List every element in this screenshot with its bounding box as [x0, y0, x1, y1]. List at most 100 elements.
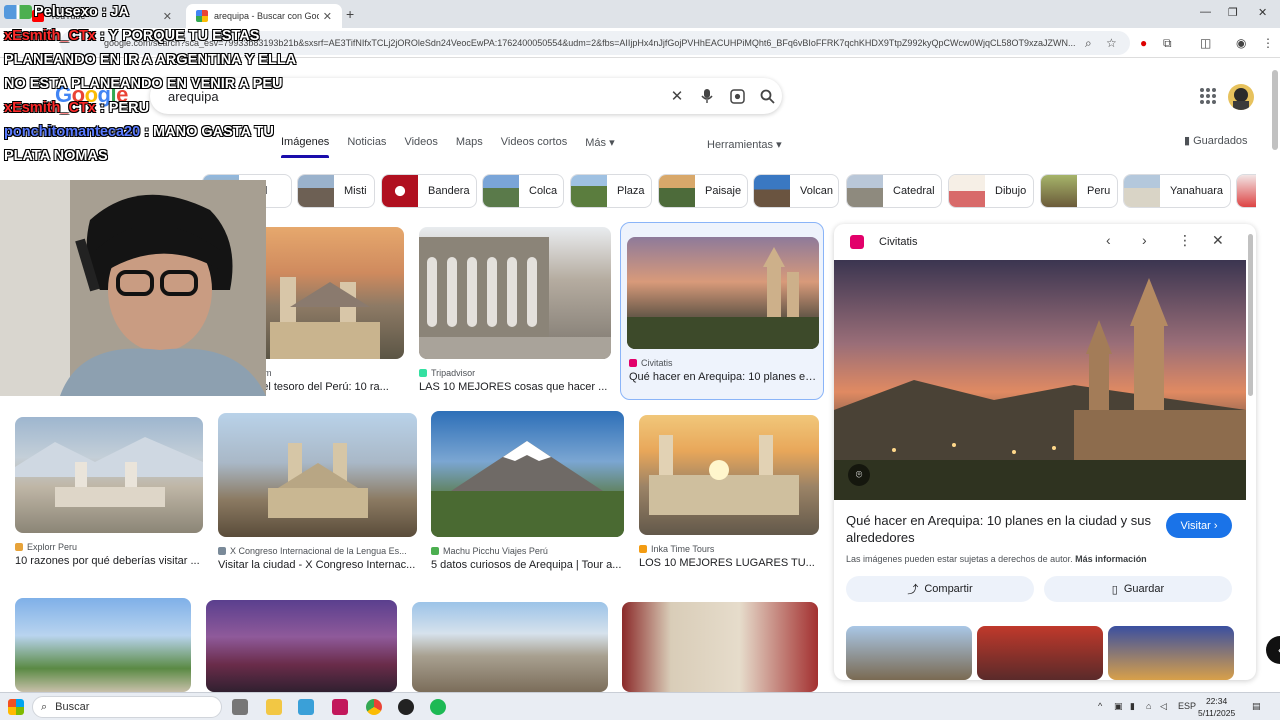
result-image[interactable]	[622, 602, 818, 692]
page-scrollbar[interactable]	[1272, 70, 1278, 150]
save-button[interactable]: ▯ Guardar	[1044, 576, 1232, 602]
result-title[interactable]: Qué hacer en Arequipa: 10 planes en...	[629, 371, 817, 383]
result-image[interactable]	[218, 413, 417, 537]
clear-icon[interactable]: ✕	[662, 81, 692, 111]
menu-icon[interactable]: ⋮	[1262, 36, 1274, 50]
result-card[interactable]	[206, 600, 397, 692]
new-tab-button[interactable]: +	[346, 6, 354, 22]
file-explorer-icon[interactable]	[266, 699, 282, 715]
result-image[interactable]	[250, 227, 404, 359]
tab-short-videos[interactable]: Videos cortos	[492, 136, 576, 158]
result-image[interactable]	[639, 415, 819, 535]
tray-mic-icon[interactable]: ▮	[1130, 701, 1135, 712]
result-card[interactable]: Explorr Peru 10 razones por qué deberías…	[15, 417, 203, 577]
result-card[interactable]: Machu Picchu Viajes Perú 5 datos curioso…	[431, 411, 624, 577]
notifications-icon[interactable]: ▤	[1252, 701, 1261, 712]
saved-button[interactable]: ▮ Guardados	[1184, 134, 1248, 147]
search-icon[interactable]	[752, 81, 782, 111]
window-close-icon[interactable]: ✕	[1258, 6, 1267, 19]
tab-news[interactable]: Noticias	[338, 136, 395, 158]
result-title[interactable]: LAS 10 MEJORES cosas que hacer ...	[419, 381, 611, 393]
tab-videos[interactable]: Videos	[395, 136, 446, 158]
result-card[interactable]: l.com a, el tesoro del Perú: 10 ra...	[250, 227, 404, 399]
google-apps-icon[interactable]	[1200, 88, 1216, 104]
chevron-right-icon[interactable]: ›	[1142, 232, 1147, 248]
tray-app-icon[interactable]: ▣	[1114, 701, 1123, 712]
close-icon[interactable]: ✕	[323, 10, 332, 23]
result-title[interactable]: LOS 10 MEJORES LUGARES TU...	[639, 557, 819, 569]
app-icon[interactable]	[332, 699, 348, 715]
result-image[interactable]	[627, 237, 819, 349]
chip-bandera[interactable]: Bandera	[381, 174, 477, 208]
result-title[interactable]: Visitar la ciudad - X Congreso Internac.…	[218, 559, 417, 571]
related-image[interactable]	[977, 626, 1103, 680]
visit-button[interactable]: Visitar ›	[1166, 513, 1232, 538]
result-image[interactable]	[206, 600, 397, 692]
more-info-link[interactable]: Más información	[1075, 554, 1147, 564]
minimize-icon[interactable]: —	[1200, 6, 1211, 18]
taskbar-search[interactable]: ⌕ Buscar	[32, 696, 222, 718]
media-icon[interactable]: ◫	[1200, 36, 1211, 50]
start-icon[interactable]	[8, 699, 24, 715]
related-image[interactable]	[1108, 626, 1234, 680]
chip-volcan[interactable]: Volcan	[753, 174, 839, 208]
bookmark-star-icon[interactable]: ☆	[1106, 36, 1117, 50]
more-options-icon[interactable]: ⋮	[1178, 232, 1192, 249]
result-card-selected[interactable]: Civitatis Qué hacer en Arequipa: 10 plan…	[620, 222, 824, 400]
task-view-icon[interactable]	[232, 699, 248, 715]
volume-icon[interactable]: ◁	[1160, 701, 1167, 712]
result-card[interactable]: Tripadvisor LAS 10 MEJORES cosas que hac…	[419, 227, 611, 399]
tray-chevron-icon[interactable]: ^	[1098, 701, 1102, 711]
extensions-icon[interactable]: ⧉	[1163, 36, 1172, 51]
account-avatar[interactable]	[1228, 84, 1254, 110]
chip-paisaje[interactable]: Paisaje	[658, 174, 748, 208]
result-card[interactable]: X Congreso Internacional de la Lengua Es…	[218, 413, 417, 577]
network-icon[interactable]: ⌂	[1146, 701, 1151, 711]
profile-icon[interactable]: ◉	[1236, 36, 1246, 50]
chip-misti[interactable]: Misti	[297, 174, 375, 208]
chip-catedral[interactable]: Catedral	[846, 174, 942, 208]
feedback-float-button[interactable]: ‹	[1266, 636, 1280, 664]
panel-scrollbar[interactable]	[1248, 234, 1253, 396]
restore-icon[interactable]: ❐	[1228, 6, 1238, 19]
microphone-icon[interactable]	[692, 81, 722, 111]
opera-extension-icon[interactable]: ●	[1140, 36, 1147, 50]
result-card[interactable]	[15, 598, 191, 692]
close-icon[interactable]: ✕	[1212, 232, 1224, 249]
share-button[interactable]: ⤴ Compartir	[846, 576, 1034, 602]
result-image[interactable]	[412, 602, 608, 692]
panel-title[interactable]: Qué hacer en Arequipa: 10 planes en la c…	[846, 512, 1156, 546]
chip-dibujo[interactable]: Dibujo	[948, 174, 1034, 208]
result-card[interactable]: Inka Time Tours LOS 10 MEJORES LUGARES T…	[639, 415, 819, 577]
result-image[interactable]	[15, 417, 203, 533]
chevron-left-icon[interactable]: ‹	[1106, 232, 1111, 248]
result-image[interactable]	[431, 411, 624, 537]
result-image[interactable]	[15, 598, 191, 692]
spotify-icon[interactable]	[430, 699, 446, 715]
zoom-icon[interactable]: ⌕	[1085, 36, 1092, 51]
panel-image[interactable]	[834, 260, 1246, 500]
result-title[interactable]: 5 datos curiosos de Arequipa | Tour a...	[431, 559, 624, 571]
lens-search-icon[interactable]: ⌾	[848, 464, 870, 486]
result-title[interactable]: a, el tesoro del Perú: 10 ra...	[250, 381, 404, 393]
chip-yanahuara[interactable]: Yanahuara	[1123, 174, 1231, 208]
chrome-icon[interactable]	[366, 699, 382, 715]
chip-colca[interactable]: Colca	[482, 174, 564, 208]
language-indicator[interactable]: ESP	[1178, 701, 1196, 711]
related-image[interactable]	[846, 626, 972, 680]
panel-source[interactable]: Civitatis	[879, 236, 918, 248]
lens-icon[interactable]	[722, 81, 752, 111]
result-image[interactable]	[419, 227, 611, 359]
notepad-icon[interactable]	[298, 699, 314, 715]
obs-icon[interactable]	[398, 699, 414, 715]
tab-more[interactable]: Más ▾	[576, 136, 623, 158]
clock[interactable]: 22:34 5/11/2025	[1198, 695, 1235, 719]
chip-next-partial[interactable]	[1236, 174, 1256, 208]
chip-peru[interactable]: Peru	[1040, 174, 1118, 208]
result-card[interactable]	[622, 602, 818, 692]
chip-plaza[interactable]: Plaza	[570, 174, 652, 208]
tab-maps[interactable]: Maps	[447, 136, 492, 158]
result-title[interactable]: 10 razones por qué deberías visitar ...	[15, 555, 203, 567]
result-card[interactable]	[412, 602, 608, 692]
tools-button[interactable]: Herramientas ▾	[707, 138, 782, 151]
